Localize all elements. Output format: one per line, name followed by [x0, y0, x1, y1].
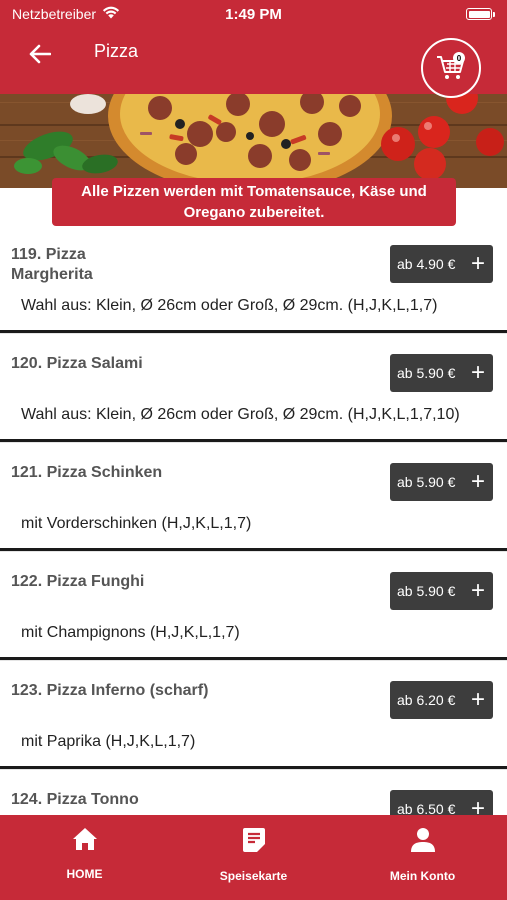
tab-label: Mein Konto	[389, 869, 456, 883]
item-description: Wahl aus: Klein, Ø 26cm oder Groß, Ø 29c…	[21, 406, 460, 423]
item-spacer	[0, 769, 507, 781]
page-title: Pizza	[94, 41, 139, 61]
battery-icon	[466, 8, 495, 20]
add-to-cart-button[interactable]: ab 5.90 € +	[390, 572, 493, 610]
cart-count-badge: 0	[453, 52, 465, 64]
price-label: ab 5.90 €	[397, 365, 456, 381]
tab-label: Speisekarte	[219, 869, 288, 883]
menu-item[interactable]: 122. Pizza Funghi ab 5.90 € + mit Champi…	[0, 563, 507, 660]
cart-button[interactable]: 0	[421, 38, 481, 98]
tab-speisekarte[interactable]: Speisekarte	[184, 815, 324, 883]
status-bar: Netzbetreiber 1:49 PM	[0, 0, 507, 28]
item-title: 121. Pizza Schinken	[11, 464, 163, 481]
item-spacer	[0, 551, 507, 563]
plus-icon: +	[470, 686, 485, 713]
user-icon	[410, 828, 435, 852]
price-label: ab 4.90 €	[397, 256, 456, 272]
add-to-cart-button[interactable]: ab 6.20 € +	[390, 681, 493, 719]
item-description: mit Champignons (H,J,K,L,1,7)	[21, 624, 240, 641]
item-spacer	[0, 660, 507, 672]
item-spacer	[0, 333, 507, 345]
add-to-cart-button[interactable]: ab 5.90 € +	[390, 463, 493, 501]
bottom-tab-bar: HOME Speisekarte Mein Konto	[0, 815, 507, 900]
menu-item[interactable]: 119. Pizza Margherita ab 4.90 € + Wahl a…	[0, 236, 507, 333]
item-title: 120. Pizza Salami	[11, 355, 143, 372]
price-label: ab 6.20 €	[397, 692, 456, 708]
back-button[interactable]	[22, 36, 58, 72]
item-description: Wahl aus: Klein, Ø 26cm oder Groß, Ø 29c…	[21, 297, 438, 314]
item-title: 119. Pizza Margherita	[11, 246, 93, 283]
item-title: 124. Pizza Tonno	[11, 791, 139, 808]
menu-card-icon	[242, 828, 265, 852]
item-description: mit Vorderschinken (H,J,K,L,1,7)	[21, 515, 252, 532]
menu-item[interactable]: 123. Pizza Inferno (scharf) ab 6.20 € + …	[0, 672, 507, 769]
item-description: mit Paprika (H,J,K,L,1,7)	[21, 733, 196, 750]
tab-home[interactable]: HOME	[15, 815, 155, 881]
add-to-cart-button[interactable]: ab 4.90 € +	[390, 245, 493, 283]
menu-item[interactable]: 121. Pizza Schinken ab 5.90 € + mit Vord…	[0, 454, 507, 551]
hero-image	[0, 94, 507, 188]
home-icon	[72, 828, 97, 850]
plus-icon: +	[470, 250, 485, 277]
item-spacer	[0, 442, 507, 454]
arrow-left-icon	[29, 44, 51, 64]
menu-item[interactable]: 120. Pizza Salami ab 5.90 € + Wahl aus: …	[0, 345, 507, 442]
item-title: 123. Pizza Inferno (scharf)	[11, 682, 209, 699]
plus-icon: +	[470, 468, 485, 495]
price-label: ab 5.90 €	[397, 583, 456, 599]
add-to-cart-button[interactable]: ab 5.90 € +	[390, 354, 493, 392]
menu-list: 119. Pizza Margherita ab 4.90 € + Wahl a…	[0, 236, 507, 878]
nav-bar: Pizza 0	[0, 28, 507, 98]
tab-mein-konto[interactable]: Mein Konto	[353, 815, 493, 883]
plus-icon: +	[470, 359, 485, 386]
tab-label: HOME	[66, 867, 103, 881]
plus-icon: +	[470, 577, 485, 604]
item-title: 122. Pizza Funghi	[11, 573, 145, 590]
status-time: 1:49 PM	[225, 5, 282, 23]
price-label: ab 5.90 €	[397, 474, 456, 490]
pizza-notice-banner: Alle Pizzen werden mit Tomatensauce, Käs…	[52, 178, 456, 226]
